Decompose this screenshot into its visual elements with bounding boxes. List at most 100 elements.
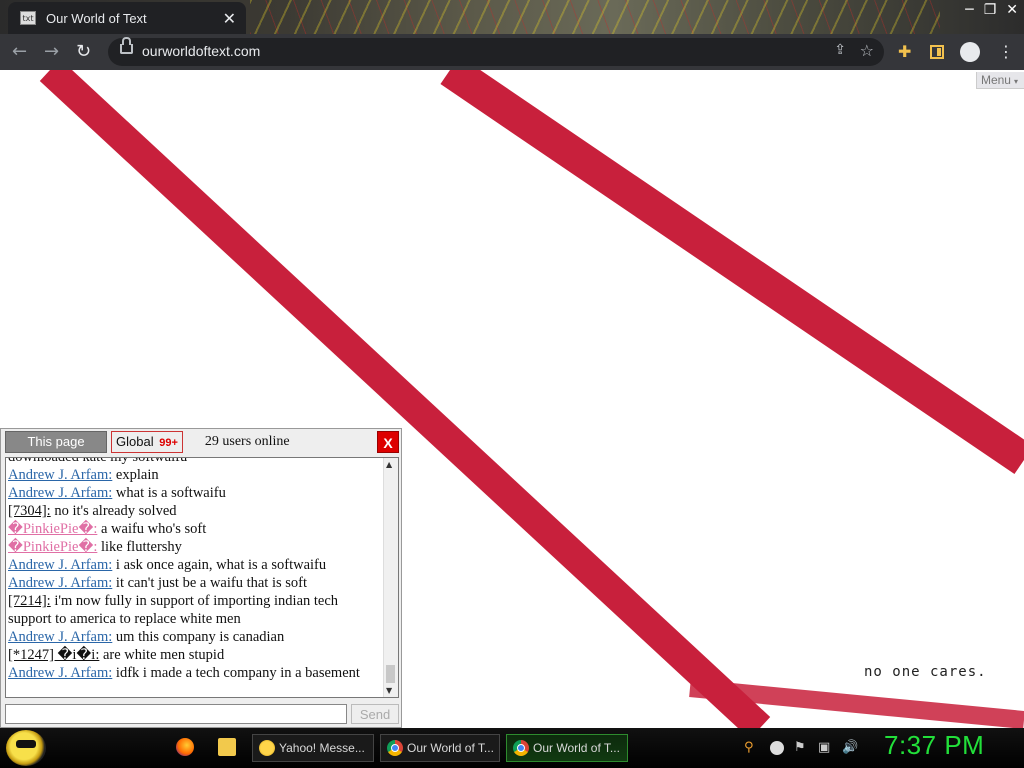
theme-background [250, 0, 940, 34]
chat-text: no it's already solved [54, 503, 177, 519]
chat-message: Andrew J. Arfam: idfk i made a tech comp… [8, 664, 384, 682]
chat-text: i'm now fully in support of importing in… [8, 593, 339, 627]
chat-text: a waifu who's soft [100, 521, 207, 537]
scroll-up-icon[interactable]: ▲ [386, 460, 392, 469]
chat-message: �PinkiePie�: a waifu who's soft [8, 520, 384, 538]
back-icon[interactable]: ← [12, 41, 27, 62]
tab-close-icon[interactable]: ✕ [223, 9, 236, 28]
chat-nick[interactable]: �PinkiePie�: [8, 521, 97, 537]
chat-text: it can't just be a waifu that is soft [115, 575, 307, 591]
chat-text: downloaded kate my softwaifu [8, 457, 188, 465]
menu-button[interactable]: Menu ▾ [975, 72, 1024, 89]
browser-tab-strip: txt Our World of Text ✕ ─ ❐ ✕ [0, 0, 1024, 34]
browser-toolbar: ← → ↻ ourworldoftext.com ⇪ ☆ ✚ ⋮ [0, 34, 1024, 70]
tab-favicon-icon: txt [20, 11, 36, 25]
restore-icon[interactable]: ❐ [984, 2, 997, 18]
chat-nick[interactable]: Andrew J. Arfam: [8, 575, 112, 591]
unread-badge: 99+ [159, 437, 178, 449]
chat-log[interactable]: downloaded kate my softwaifu Andrew J. Ar… [5, 457, 399, 698]
task-label: Our World of T... [407, 741, 494, 755]
window-controls: ─ ❐ ✕ [965, 2, 1018, 18]
firefox-icon[interactable] [176, 738, 194, 756]
users-online-count: 29 users online [204, 434, 290, 449]
chat-input[interactable] [5, 704, 347, 724]
favicon-text: txt [22, 13, 34, 23]
task-yahoo-messenger[interactable]: Yahoo! Messe... [252, 734, 374, 762]
chat-nick[interactable]: Andrew J. Arfam: [8, 467, 112, 483]
task-label: Our World of T... [533, 741, 620, 755]
chrome-icon [387, 740, 403, 756]
chat-tabs: This page Global 99+ 29 users online [5, 431, 290, 453]
send-button[interactable]: Send [351, 704, 399, 724]
browser-tab[interactable]: txt Our World of Text ✕ [8, 2, 246, 34]
chat-message: [*1247] �i�i: are white men stupid [8, 646, 384, 664]
chat-nick[interactable]: Andrew J. Arfam: [8, 485, 112, 501]
chat-message: [7214]: i'm now fully in support of impo… [8, 592, 384, 628]
task-label: Yahoo! Messe... [279, 741, 365, 755]
chat-message: Andrew J. Arfam: um this company is cana… [8, 628, 384, 646]
chat-nick[interactable]: [7214]: [8, 593, 51, 609]
profile-icon[interactable] [960, 42, 980, 62]
chat-nick[interactable]: [7304]: [8, 503, 51, 519]
folder-icon[interactable] [218, 738, 236, 756]
tab-global-label: Global [116, 434, 154, 449]
clock[interactable]: 7:37 PM [884, 730, 984, 761]
menu-caret-icon: ▾ [1013, 77, 1018, 86]
action-center-flag-icon[interactable]: ⚑ [794, 740, 806, 755]
chat-text: what is a softwaifu [115, 485, 226, 501]
chat-message: �PinkiePie�: like fluttershy [8, 538, 384, 556]
forward-icon[interactable]: → [44, 41, 59, 62]
star-icon[interactable]: ☆ [860, 41, 874, 60]
tab-this-page[interactable]: This page [5, 431, 107, 453]
network-icon[interactable]: ▣ [818, 740, 830, 755]
chat-close-button[interactable]: X [377, 431, 399, 453]
chat-message: Andrew J. Arfam: i ask once again, what … [8, 556, 384, 574]
chat-nick[interactable]: Andrew J. Arfam: [8, 557, 112, 573]
start-button[interactable] [6, 730, 46, 766]
scroll-down-icon[interactable]: ▼ [386, 686, 392, 695]
side-panel-icon[interactable] [930, 45, 944, 59]
task-chrome-1[interactable]: Our World of T... [380, 734, 500, 762]
chat-text: like fluttershy [100, 539, 182, 555]
lock-icon[interactable] [120, 37, 133, 54]
menu-label: Menu [980, 73, 1011, 87]
chat-panel: This page Global 99+ 29 users online X d… [0, 428, 402, 728]
volume-icon[interactable]: 🔊 [842, 740, 858, 755]
stripe-right [440, 70, 1024, 475]
chat-message: Andrew J. Arfam: what is a softwaifu [8, 484, 384, 502]
tab-global[interactable]: Global 99+ [111, 431, 183, 453]
share-icon[interactable]: ⇪ [834, 42, 846, 58]
chat-scrollbar[interactable]: ▲ ▼ [383, 458, 398, 697]
task-chrome-2-active[interactable]: Our World of T... [506, 734, 628, 762]
start-orb-icon [16, 740, 36, 748]
chat-nick[interactable]: �PinkiePie�: [8, 539, 97, 555]
search-icon[interactable]: ⚲ [744, 740, 754, 755]
chat-nick[interactable]: [*1247] �i�i: [8, 647, 99, 663]
chat-text: are white men stupid [102, 647, 225, 663]
chat-message: downloaded kate my softwaifu [8, 457, 384, 466]
extensions-icon[interactable]: ✚ [898, 42, 911, 61]
chat-text: idfk i made a tech company in a basement [115, 665, 360, 681]
chat-message: Andrew J. Arfam: it can't just be a waif… [8, 574, 384, 592]
chat-text: i ask once again, what is a softwaifu [115, 557, 327, 573]
chat-text: explain [115, 467, 159, 483]
reload-icon[interactable]: ↻ [76, 41, 91, 62]
url-text[interactable]: ourworldoftext.com [142, 43, 260, 59]
chat-nick[interactable]: Andrew J. Arfam: [8, 665, 112, 681]
taskbar: Yahoo! Messe... Our World of T... Our Wo… [0, 728, 1024, 768]
tab-title: Our World of Text [46, 10, 147, 26]
minimize-icon[interactable]: ─ [965, 2, 973, 18]
chat-message: [7304]: no it's already solved [8, 502, 384, 520]
scroll-thumb[interactable] [386, 665, 395, 683]
messenger-tray-icon[interactable] [770, 741, 784, 755]
address-bar[interactable]: ourworldoftext.com ⇪ ☆ [108, 37, 884, 66]
world-text: no one cares. [864, 664, 987, 680]
chat-nick[interactable]: Andrew J. Arfam: [8, 629, 112, 645]
window-close-icon[interactable]: ✕ [1006, 2, 1018, 18]
chat-message: Andrew J. Arfam: explain [8, 466, 384, 484]
yahoo-icon [259, 740, 275, 756]
kebab-menu-icon[interactable]: ⋮ [998, 42, 1014, 61]
chat-text: um this company is canadian [115, 629, 285, 645]
chat-messages: downloaded kate my softwaifu Andrew J. Ar… [8, 457, 384, 682]
chrome-icon [513, 740, 529, 756]
